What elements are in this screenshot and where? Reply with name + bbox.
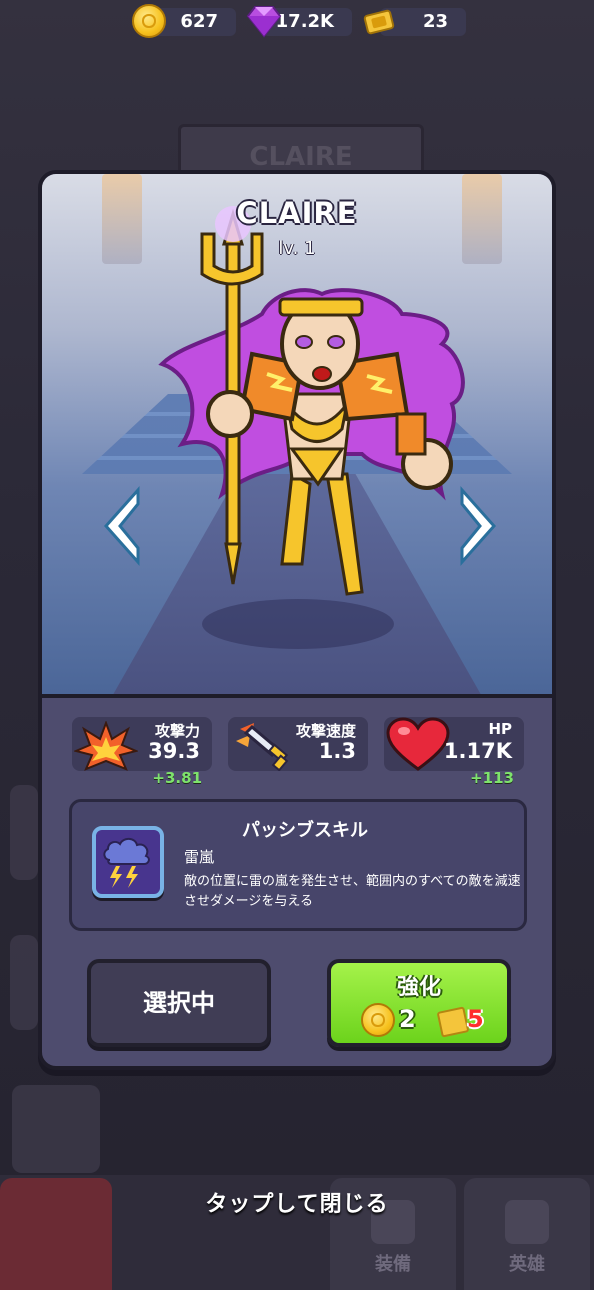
hero-name: CLAIRE	[236, 196, 358, 230]
ticket-icon	[436, 1006, 470, 1038]
storm-cloud-icon	[92, 826, 164, 898]
hp-bonus: +113	[470, 769, 514, 787]
attack-value: 39.3	[148, 739, 200, 763]
passive-skill-name: 雷嵐	[184, 848, 215, 866]
background-card	[10, 935, 38, 1030]
upgrade-ticket-cost: 5	[467, 1005, 484, 1033]
gem-count: 17.2K	[275, 11, 334, 32]
hero-detail-modal: CLAIRE lv. 1 攻撃力 39.3 +3.81 攻撃速度 1.3 HP …	[38, 170, 556, 1070]
heart-icon	[386, 717, 450, 771]
attack-speed-label: 攻撃速度	[295, 722, 356, 740]
nav-equipment-label: 装備	[375, 1254, 411, 1275]
gem-icon	[246, 6, 282, 38]
selected-button[interactable]: 選択中	[87, 959, 271, 1047]
hp-value: 1.17K	[443, 739, 512, 763]
upgrade-label: 強化	[396, 975, 441, 1000]
passive-skill-title: パッシブスキル	[242, 820, 368, 841]
hero-portrait	[158, 206, 465, 596]
sword-icon	[236, 723, 289, 771]
stat-attack-speed: 攻撃速度 1.3	[228, 717, 368, 771]
tap-to-close-hint[interactable]: タップして閉じる	[0, 1186, 594, 1218]
attack-speed-value: 1.3	[318, 739, 356, 763]
coin-icon	[132, 4, 166, 38]
ticket-icon	[363, 9, 395, 35]
background-card	[10, 785, 38, 880]
hp-label: HP	[488, 720, 512, 738]
hero-scene: CLAIRE lv. 1	[42, 174, 552, 698]
background-item-slot	[12, 1085, 100, 1173]
coin-count: 627	[180, 11, 218, 32]
coin-icon	[361, 1003, 395, 1037]
previous-hero-arrow-icon[interactable]	[100, 486, 144, 566]
explosion-icon	[74, 721, 138, 771]
next-hero-arrow-icon[interactable]	[456, 486, 500, 566]
upgrade-button[interactable]: 強化 2 5	[327, 959, 511, 1047]
stat-hp: HP 1.17K +113	[384, 717, 524, 787]
attack-label: 攻撃力	[154, 722, 200, 740]
passive-skill-description: 敵の位置に雷の嵐を発生させ、範囲内のすべての敵を減速させダメージを与える	[184, 874, 521, 909]
ticket-count: 23	[422, 11, 448, 32]
nav-heroes-label: 英雄	[509, 1254, 545, 1275]
hero-level: lv. 1	[278, 238, 316, 259]
passive-skill-panel: パッシブスキル 雷嵐 敵の位置に雷の嵐を発生させ、範囲内のすべての敵を減速させダ…	[69, 799, 527, 931]
stat-attack: 攻撃力 39.3 +3.81	[72, 717, 212, 787]
upgrade-coin-cost: 2	[399, 1005, 416, 1033]
attack-bonus: +3.81	[152, 769, 202, 787]
